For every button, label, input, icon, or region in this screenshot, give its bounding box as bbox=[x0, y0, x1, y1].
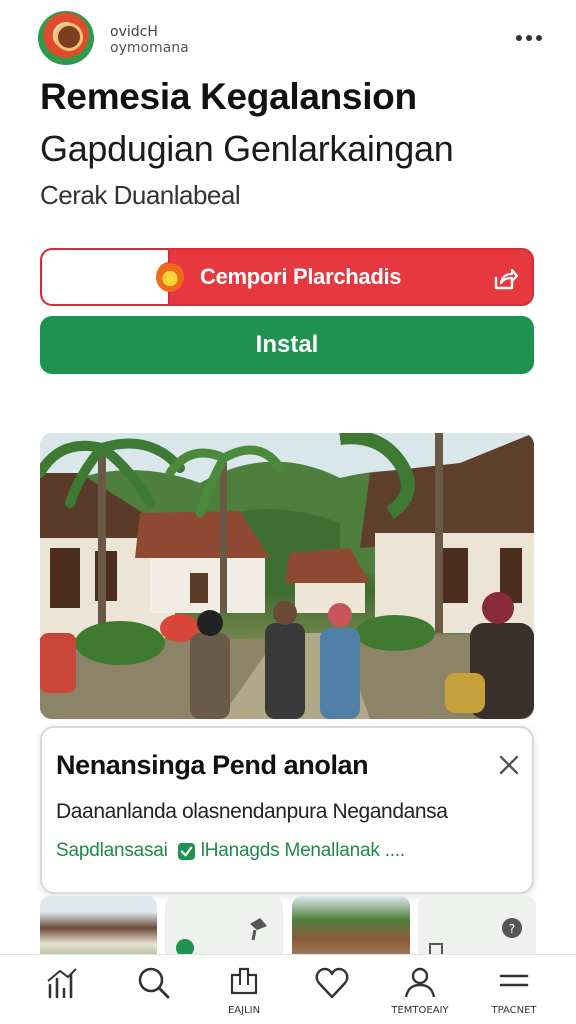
share-icon[interactable] bbox=[492, 266, 518, 292]
notification-link-2[interactable]: lHanagds Menallanak .... bbox=[201, 840, 406, 862]
thumbnail-2[interactable] bbox=[165, 896, 283, 954]
notification-title: Nenansinga Pend anolan bbox=[56, 750, 369, 780]
developer-name[interactable]: ovidcH bbox=[110, 24, 158, 40]
nav-label-apps: EAJLIN bbox=[227, 1005, 261, 1016]
heart-icon bbox=[315, 967, 349, 999]
search-icon bbox=[138, 967, 170, 999]
developer-subname: oymomana bbox=[110, 40, 189, 56]
nav-item-search[interactable] bbox=[114, 963, 194, 1023]
thumbnail-2-graphic bbox=[176, 918, 267, 954]
primary-red-button[interactable]: Cempori Plarchadis bbox=[40, 248, 534, 306]
nav-item-apps[interactable]: EAJLIN bbox=[204, 963, 284, 1023]
notification-links: Sapdlansasai lHanagds Menallanak .... bbox=[56, 840, 405, 862]
app-title: Remesia Kegalansion bbox=[40, 76, 417, 117]
install-button-label: Instal bbox=[255, 331, 319, 358]
menu-icon bbox=[499, 974, 529, 987]
app-category[interactable]: Cerak Duanlabeal bbox=[40, 180, 241, 211]
app-subtitle: Gapdugian Genlarkaingan bbox=[40, 128, 454, 169]
thumbnail-3[interactable] bbox=[292, 896, 410, 954]
flame-icon bbox=[156, 262, 184, 292]
thumbnail-1[interactable] bbox=[40, 896, 157, 954]
notification-link-1[interactable]: Sapdlansasai bbox=[56, 840, 168, 862]
nav-label-menu: TPACNET bbox=[491, 1005, 537, 1016]
apps-icon bbox=[230, 967, 258, 995]
thumbnail-4[interactable]: ? bbox=[418, 896, 536, 954]
check-badge-icon bbox=[177, 842, 195, 860]
install-button[interactable]: Instal bbox=[40, 316, 534, 374]
screenshot-thumbnails: ? bbox=[40, 896, 576, 954]
profile-icon bbox=[404, 967, 436, 998]
notification-description: Daananlanda olasnendanpura Negandansa bbox=[56, 800, 448, 823]
nav-label-profile: TEMTOEAIY bbox=[391, 1005, 449, 1016]
nav-item-menu[interactable]: TPACNET bbox=[474, 963, 554, 1023]
close-icon[interactable] bbox=[496, 752, 522, 778]
chart-icon bbox=[47, 968, 77, 999]
bottom-navigation: EAJLIN TEMTOEAIY TPACNET bbox=[0, 954, 576, 1024]
app-logo-icon bbox=[38, 11, 94, 65]
notification-card[interactable]: Nenansinga Pend anolan Daananlanda olasn… bbox=[40, 726, 534, 894]
nav-item-charts[interactable] bbox=[22, 963, 102, 1023]
village-scene-illustration bbox=[40, 433, 534, 719]
nav-item-favorites[interactable] bbox=[292, 963, 372, 1023]
app-header: ovidcH oymomana bbox=[0, 0, 576, 70]
thumbnail-4-graphic: ? bbox=[429, 918, 522, 954]
nav-item-profile[interactable]: TEMTOEAIY bbox=[380, 963, 460, 1023]
button-left-segment bbox=[42, 250, 170, 304]
svg-text:?: ? bbox=[509, 922, 515, 936]
primary-red-button-label: Cempori Plarchadis bbox=[200, 264, 402, 289]
more-dots-icon[interactable] bbox=[502, 28, 542, 48]
hero-screenshot-image[interactable] bbox=[40, 433, 534, 719]
